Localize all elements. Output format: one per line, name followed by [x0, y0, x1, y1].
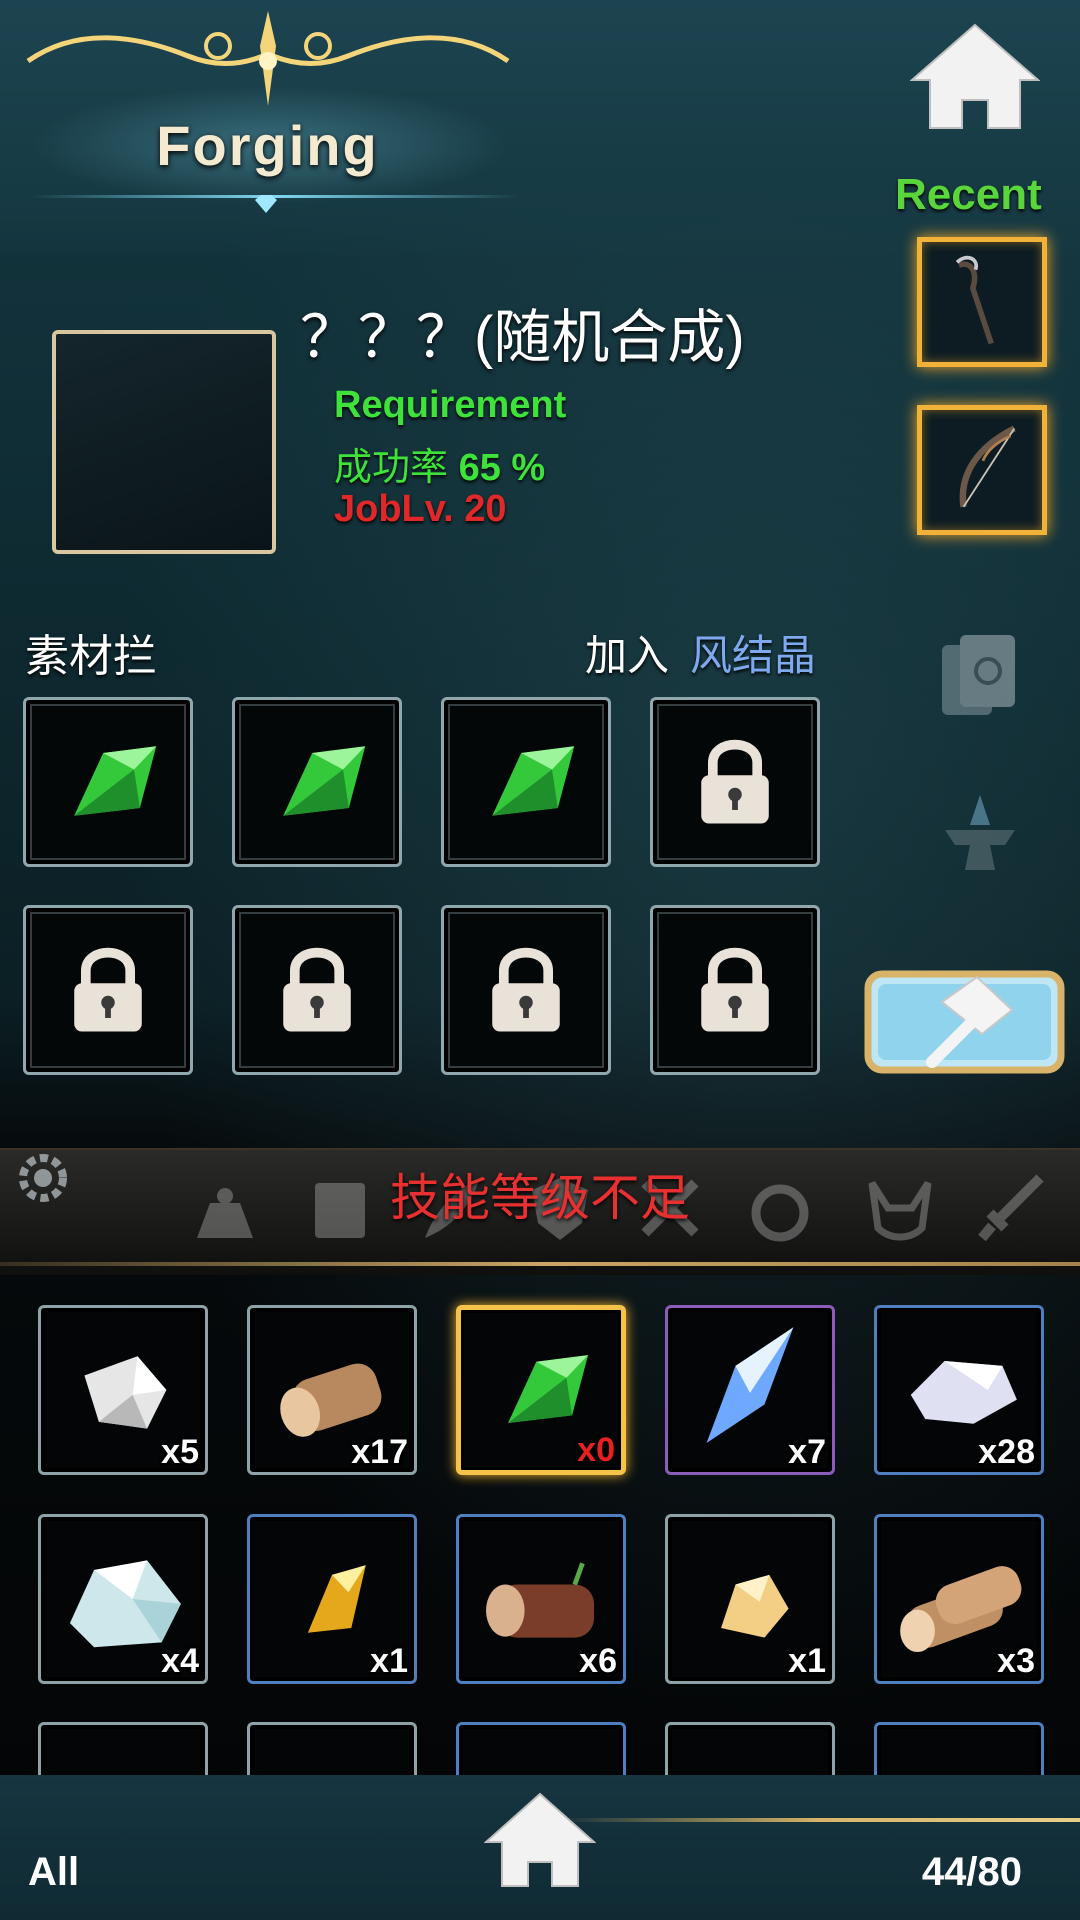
requirement-title: Requirement: [334, 384, 567, 426]
material-slot[interactable]: [232, 697, 402, 867]
recent-item-1[interactable]: [917, 237, 1047, 367]
recent-label: Recent: [895, 170, 1042, 219]
success-rate-label: 成功率: [334, 447, 449, 489]
home-icon[interactable]: [484, 1790, 596, 1890]
item-quantity: x17: [351, 1433, 408, 1471]
result-item-slot[interactable]: [52, 330, 276, 554]
inventory-slot[interactable]: x6: [456, 1514, 626, 1684]
recent-item-2[interactable]: [917, 405, 1047, 535]
material-slot[interactable]: [441, 697, 611, 867]
page-title: Forging: [156, 114, 379, 177]
item-quantity: x1: [788, 1642, 826, 1680]
home-icon[interactable]: [910, 20, 1040, 130]
item-quantity: x0: [577, 1431, 615, 1469]
inventory-slot[interactable]: x28: [874, 1305, 1044, 1475]
forge-button[interactable]: [862, 962, 1067, 1082]
job-level-requirement: JobLv. 20: [334, 488, 507, 530]
green-crystal-icon: [492, 746, 575, 816]
lock-icon: [492, 947, 560, 1032]
success-rate-value: 65 %: [458, 447, 546, 489]
footer-glow-line: [560, 1818, 1080, 1822]
item-quantity: x7: [788, 1433, 826, 1471]
success-rate: 成功率 65 %: [334, 436, 545, 491]
bow-icon: [959, 425, 1016, 508]
lock-icon: [701, 739, 769, 824]
green-crystal-icon: [74, 746, 157, 816]
inventory-slot[interactable]: x3: [874, 1514, 1044, 1684]
inventory-capacity: 44/80: [921, 1850, 1022, 1894]
item-quantity: x6: [579, 1642, 617, 1680]
inventory-slot[interactable]: x4: [38, 1514, 208, 1684]
item-quantity: x5: [161, 1433, 199, 1471]
item-quantity: x28: [978, 1433, 1035, 1471]
inventory-slot[interactable]: x5: [38, 1305, 208, 1475]
title-banner: Forging: [0, 0, 540, 230]
category-divider: [0, 1262, 1080, 1266]
inventory-slot[interactable]: x1: [247, 1514, 417, 1684]
inventory-slot[interactable]: x7: [665, 1305, 835, 1475]
recipe-name: ？？？(随机合成): [300, 305, 745, 370]
lock-icon: [701, 947, 769, 1032]
inventory-slot[interactable]: x0: [456, 1305, 626, 1475]
ornament-icon: [26, 11, 510, 106]
materials-label: 素材拦: [25, 632, 157, 681]
lock-icon: [74, 947, 142, 1032]
status-message: 技能等级不足: [390, 1170, 690, 1226]
green-crystal-icon: [283, 746, 366, 816]
add-label: 加入: [585, 632, 670, 679]
book-icon[interactable]: [930, 625, 1030, 725]
item-quantity: x4: [161, 1642, 199, 1680]
inventory-slot[interactable]: x17: [247, 1305, 417, 1475]
add-material-link[interactable]: 风结晶: [690, 622, 816, 683]
item-quantity: x1: [370, 1642, 408, 1680]
anvil-icon[interactable]: [930, 785, 1030, 885]
material-slot-locked[interactable]: [650, 905, 820, 1075]
item-quantity: x3: [997, 1642, 1035, 1680]
material-slot[interactable]: [23, 697, 193, 867]
material-slot-locked[interactable]: [232, 905, 402, 1075]
staff-icon: [955, 255, 994, 345]
gem-ornament-icon: [255, 195, 277, 213]
inventory-slot[interactable]: x1: [665, 1514, 835, 1684]
material-slot-locked[interactable]: [23, 905, 193, 1075]
forging-screen: Forging Recent ？？？(随机合成) Requirement 成功率…: [0, 0, 1080, 1920]
material-slot-locked[interactable]: [441, 905, 611, 1075]
lock-icon: [283, 947, 351, 1032]
material-slot-locked[interactable]: [650, 697, 820, 867]
filter-all-button[interactable]: All: [28, 1850, 79, 1895]
